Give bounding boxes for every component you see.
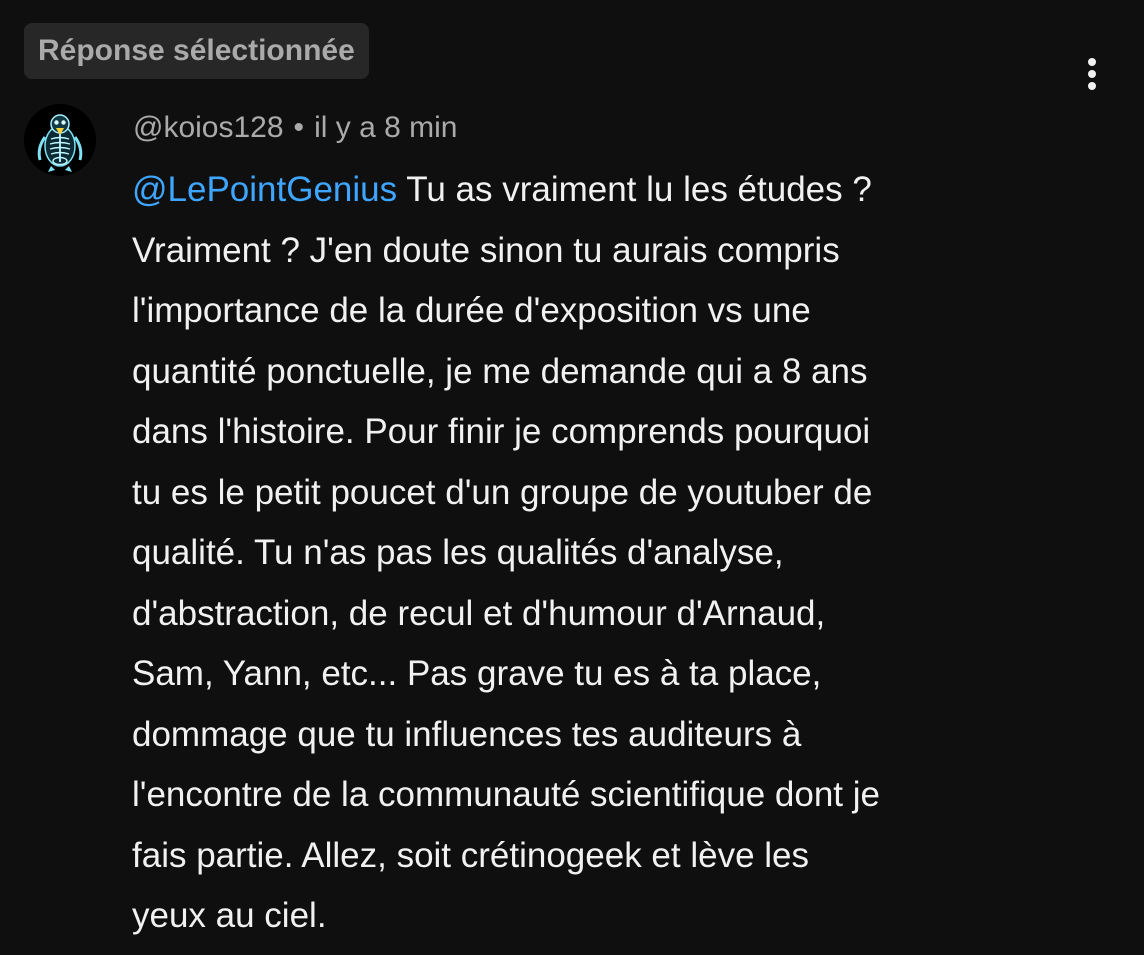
comment-line: d'abstraction, de recul et d'humour d'Ar…	[132, 593, 826, 633]
comment-line: quantité ponctuelle, je me demande qui a…	[132, 351, 868, 391]
comment-line: dommage que tu influences tes auditeurs …	[132, 714, 802, 754]
comment-line-text: Tu as vraiment lu les études ?	[397, 170, 872, 209]
comment-line: Sam, Yann, etc... Pas grave tu es à ta p…	[132, 654, 822, 693]
header-separator: •	[293, 111, 305, 144]
more-vert-icon	[1088, 58, 1096, 90]
comment-line: qualité. Tu n'as pas les qualités d'anal…	[132, 533, 784, 572]
comment-line: tu es le petit poucet d'un groupe de you…	[132, 472, 873, 512]
comment-timestamp[interactable]: il y a 8 min	[314, 111, 457, 144]
mention-link[interactable]: @LePointGenius	[132, 170, 397, 209]
comment-line: @LePointGenius Tu as vraiment lu les étu…	[132, 160, 1122, 221]
comment-line: l'encontre de la communauté scientifique…	[132, 775, 880, 814]
comment-line: Vraiment ? J'en doute sinon tu aurais co…	[132, 230, 840, 270]
more-options-button[interactable]	[1068, 50, 1116, 98]
comment-line: l'importance de la durée d'exposition vs…	[132, 291, 811, 330]
comment-body: @LePointGenius Tu as vraiment lu les étu…	[132, 160, 1122, 947]
comment-header: @koios128 • il y a 8 min	[133, 108, 457, 148]
comment-line: yeux au ciel.	[132, 896, 327, 935]
author-handle[interactable]: @koios128	[133, 111, 284, 144]
comment-line: fais partie. Allez, soit crétinogeek et …	[132, 835, 810, 875]
comment-line: dans l'histoire. Pour finir je comprends…	[132, 412, 871, 451]
selected-reply-badge: Réponse sélectionnée	[24, 23, 369, 79]
avatar[interactable]	[24, 104, 96, 176]
penguin-xray-icon	[24, 104, 96, 176]
